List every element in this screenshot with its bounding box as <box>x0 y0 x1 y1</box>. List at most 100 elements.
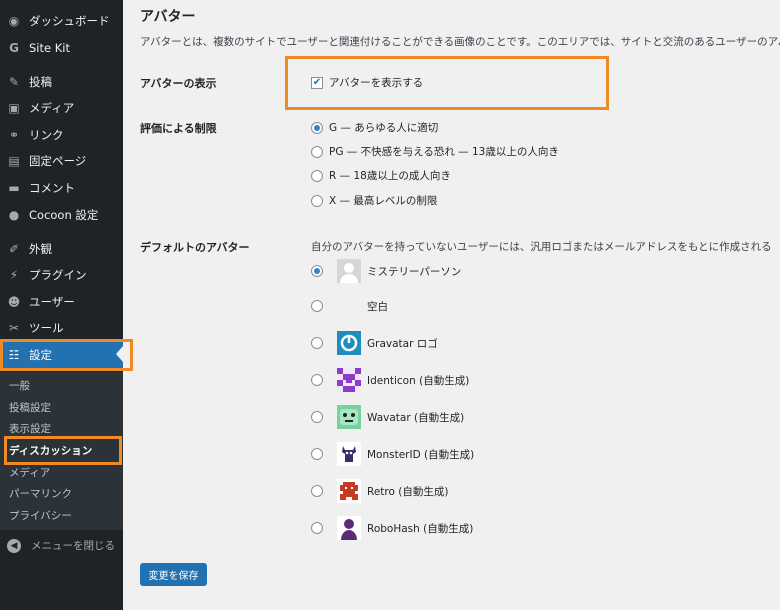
menu-item-plugins[interactable]: ⚡ プラグイン <box>0 263 123 287</box>
avatar-option-gravatar[interactable]: Gravatar ロゴ <box>311 331 438 355</box>
rating-label-r: R — 18歳以上の成人向き <box>329 170 451 182</box>
show-avatars-checkbox[interactable]: ✔ <box>311 76 323 89</box>
rating-option-r[interactable]: R — 18歳以上の成人向き <box>311 168 451 183</box>
avatar-option-label: Retro (自動生成) <box>367 485 449 498</box>
radio-button[interactable] <box>311 448 323 460</box>
menu-item-users[interactable]: ☻ ユーザー <box>0 290 123 314</box>
show-avatars-option[interactable]: ✔ アバターを表示する <box>311 75 423 90</box>
radio-button[interactable] <box>311 121 323 134</box>
dashboard-icon: ◉ <box>8 14 20 28</box>
submenu-discussion[interactable]: ディスカッション <box>9 443 92 458</box>
site-kit-icon: G <box>9 41 19 55</box>
menu-item-pages[interactable]: ▤ 固定ページ <box>0 149 123 173</box>
rating-option-x[interactable]: X — 最高レベルの制限 <box>311 193 437 208</box>
menu-item-media[interactable]: ▣ メディア <box>0 96 123 120</box>
avatar-option-blank[interactable]: 空白 <box>311 294 388 318</box>
monsterid-icon <box>337 442 361 466</box>
default-avatar-label: デフォルトのアバター <box>140 241 250 254</box>
avatar-option-retro[interactable]: Retro (自動生成) <box>311 479 448 503</box>
menu-label: 外観 <box>29 242 52 256</box>
menu-label: コメント <box>29 181 75 195</box>
avatar-option-label: 空白 <box>367 300 388 313</box>
rating-option-pg[interactable]: PG — 不快感を与える恐れ — 13歳以上の人向き <box>311 144 559 159</box>
radio-button[interactable] <box>311 169 323 182</box>
avatar-option-wavatar[interactable]: Wavatar (自動生成) <box>311 405 464 429</box>
rating-label-x: X — 最高レベルの制限 <box>329 195 438 207</box>
menu-item-site-kit[interactable]: G Site Kit <box>0 36 123 60</box>
retro-icon <box>337 479 361 503</box>
menu-label: ユーザー <box>29 295 75 309</box>
radio-button[interactable] <box>311 485 323 497</box>
menu-item-dashboard[interactable]: ◉ ダッシュボード <box>0 9 123 33</box>
media-icon: ▣ <box>8 101 20 115</box>
appearance-icon: ✐ <box>8 242 20 256</box>
comment-icon: ▬ <box>8 181 20 195</box>
radio-button[interactable] <box>311 145 323 158</box>
avatar-option-robohash[interactable]: RoboHash (自動生成) <box>311 516 473 540</box>
menu-label: 設定 <box>29 348 52 362</box>
submenu-reading[interactable]: 表示設定 <box>9 421 51 436</box>
user-icon: ☻ <box>7 295 21 309</box>
wavatar-icon <box>337 405 361 429</box>
submenu-privacy[interactable]: プライバシー <box>9 508 72 523</box>
radio-button[interactable] <box>311 522 323 534</box>
radio-button[interactable] <box>311 194 323 207</box>
gravatar-logo-icon <box>337 331 361 355</box>
menu-label: メディア <box>29 101 75 115</box>
settings-icon: ☷ <box>8 348 20 362</box>
avatar-option-monsterid[interactable]: MonsterID (自動生成) <box>311 442 474 466</box>
collapse-menu-button[interactable]: ◀ メニューを閉じる <box>7 538 115 553</box>
avatar-option-label: ミステリーパーソン <box>367 265 462 278</box>
menu-item-appearance[interactable]: ✐ 外観 <box>0 237 123 261</box>
menu-item-settings[interactable]: ☷ 設定 <box>0 342 123 368</box>
submenu-permalinks[interactable]: パーマリンク <box>9 486 72 501</box>
menu-label: Site Kit <box>29 41 70 55</box>
mystery-person-icon <box>337 259 361 283</box>
radio-button[interactable] <box>311 411 323 423</box>
default-avatar-description: 自分のアバターを持っていないユーザーには、汎用ロゴまたはメールアドレスをもとに作… <box>311 241 772 253</box>
menu-item-posts[interactable]: ✎ 投稿 <box>0 70 123 94</box>
submenu-general[interactable]: 一般 <box>9 378 30 393</box>
rating-option-g[interactable]: G — あらゆる人に適切 <box>311 120 438 135</box>
submenu-writing[interactable]: 投稿設定 <box>9 400 51 415</box>
robohash-icon <box>337 516 361 540</box>
menu-label: ツール <box>29 321 64 335</box>
menu-label: Cocoon 設定 <box>29 208 99 222</box>
menu-label: 固定ページ <box>29 154 87 168</box>
plugin-icon: ⚡ <box>9 268 19 282</box>
section-description: アバターとは、複数のサイトでユーザーと関連付けることができる画像のことです。この… <box>140 36 780 48</box>
menu-label: プラグイン <box>29 268 87 282</box>
pin-icon: ✎ <box>8 75 20 89</box>
menu-item-cocoon[interactable]: ● Cocoon 設定 <box>0 203 123 227</box>
collapse-arrow-icon: ◀ <box>7 538 21 553</box>
menu-item-links[interactable]: ⚭ リンク <box>0 123 123 147</box>
rating-label-pg: PG — 不快感を与える恐れ — 13歳以上の人向き <box>329 146 559 158</box>
menu-item-comments[interactable]: ▬ コメント <box>0 176 123 200</box>
radio-button[interactable] <box>311 265 323 277</box>
link-icon: ⚭ <box>8 128 20 142</box>
radio-button[interactable] <box>311 300 323 312</box>
radio-button[interactable] <box>311 337 323 349</box>
collapse-label: メニューを閉じる <box>31 540 115 552</box>
radio-button[interactable] <box>311 374 323 386</box>
save-changes-button[interactable]: 変更を保存 <box>140 563 207 586</box>
menu-label: 投稿 <box>29 75 52 89</box>
avatar-option-mystery[interactable]: ミステリーパーソン <box>311 259 461 283</box>
admin-sidebar: ◉ ダッシュボード G Site Kit ✎ 投稿 ▣ メディア ⚭ リンク ▤ 固定ページ… <box>0 0 123 610</box>
avatar-option-label: Identicon (自動生成) <box>367 374 470 387</box>
tool-icon: ✂ <box>8 321 20 335</box>
cocoon-icon: ● <box>8 208 20 222</box>
avatar-option-identicon[interactable]: Identicon (自動生成) <box>311 368 469 392</box>
identicon-icon <box>337 368 361 392</box>
avatar-display-label: アバターの表示 <box>140 77 217 90</box>
rating-label: 評価による制限 <box>140 122 217 135</box>
avatar-option-label: Gravatar ロゴ <box>367 337 438 350</box>
show-avatars-label: アバターを表示する <box>329 77 424 89</box>
avatar-option-label: MonsterID (自動生成) <box>367 448 475 461</box>
menu-item-tools[interactable]: ✂ ツール <box>0 316 123 340</box>
avatar-option-label: RoboHash (自動生成) <box>367 522 474 535</box>
submenu-media[interactable]: メディア <box>9 465 50 480</box>
avatar-option-label: Wavatar (自動生成) <box>367 411 465 424</box>
menu-label: リンク <box>29 128 64 142</box>
section-title: アバター <box>140 9 196 25</box>
